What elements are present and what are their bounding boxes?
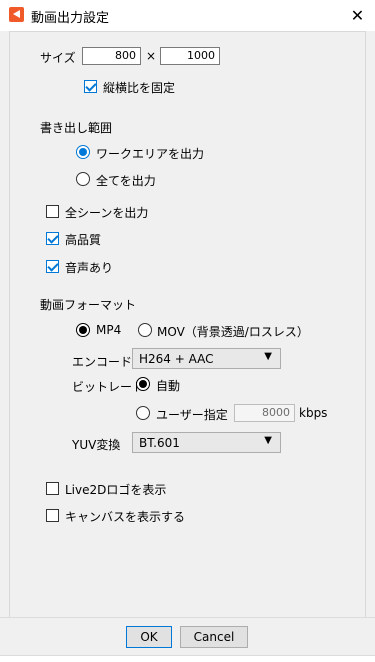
format-mp4-label: MP4 — [96, 323, 122, 337]
format-mov-label: MOV（背景透過/ロスレス） — [157, 325, 309, 339]
all-scenes-checkbox[interactable] — [46, 205, 59, 218]
export-all-radio[interactable] — [76, 172, 90, 186]
aspect-lock-label: 縦横比を固定 — [103, 81, 176, 95]
format-mp4-radio[interactable] — [76, 323, 90, 337]
export-all-label: 全てを出力 — [96, 174, 156, 188]
all-scenes-label: 全シーンを出力 — [65, 206, 149, 220]
high-quality-checkbox[interactable] — [46, 232, 59, 245]
size-label: サイズ — [40, 51, 76, 65]
yuv-select[interactable]: BT.601 ▼ — [132, 432, 281, 453]
bitrate-auto-radio[interactable] — [136, 377, 150, 391]
show-canvas-checkbox[interactable] — [46, 509, 59, 522]
yuv-value: BT.601 — [139, 436, 180, 450]
export-range-heading: 書き出し範囲 — [40, 121, 113, 135]
bitrate-unit: kbps — [299, 406, 328, 420]
chevron-down-icon: ▼ — [264, 351, 272, 362]
yuv-label: YUV変換 — [72, 438, 121, 452]
live2d-logo-checkbox[interactable] — [46, 482, 59, 495]
width-input[interactable]: 800 — [82, 47, 141, 65]
height-input[interactable]: 1000 — [160, 47, 220, 65]
chevron-down-icon: ▼ — [264, 435, 272, 446]
settings-panel: サイズ 800 × 1000 縦横比を固定 書き出し範囲 ワークエリアを出力 全… — [9, 31, 366, 618]
cancel-button[interactable]: Cancel — [180, 626, 248, 648]
bitrate-auto-label: 自動 — [156, 379, 181, 393]
window-title: 動画出力設定 — [31, 11, 110, 26]
encode-value: H264 + AAC — [139, 352, 214, 366]
video-format-heading: 動画フォーマット — [40, 298, 137, 312]
live2d-logo-label: Live2Dロゴを表示 — [65, 483, 167, 497]
encode-label: エンコード — [72, 355, 133, 369]
high-quality-label: 高品質 — [65, 233, 102, 247]
with-audio-checkbox[interactable] — [46, 260, 59, 273]
size-separator: × — [146, 49, 157, 63]
aspect-lock-checkbox[interactable] — [84, 80, 97, 93]
export-workarea-label: ワークエリアを出力 — [96, 147, 205, 161]
bitrate-input[interactable]: 8000 — [234, 404, 295, 422]
close-button[interactable]: ✕ — [340, 0, 375, 31]
ok-button[interactable]: OK — [126, 626, 172, 648]
title-bar: 動画出力設定 ✕ — [0, 0, 375, 31]
with-audio-label: 音声あり — [65, 261, 114, 275]
bitrate-user-label: ユーザー指定 — [156, 408, 228, 422]
bitrate-label: ビットレート — [72, 380, 145, 394]
show-canvas-label: キャンバスを表示する — [65, 510, 186, 524]
format-mov-radio[interactable] — [138, 323, 152, 337]
app-logo-icon — [9, 7, 24, 22]
bitrate-user-radio[interactable] — [136, 406, 150, 420]
encode-select[interactable]: H264 + AAC ▼ — [132, 348, 281, 369]
export-workarea-radio[interactable] — [76, 145, 90, 159]
